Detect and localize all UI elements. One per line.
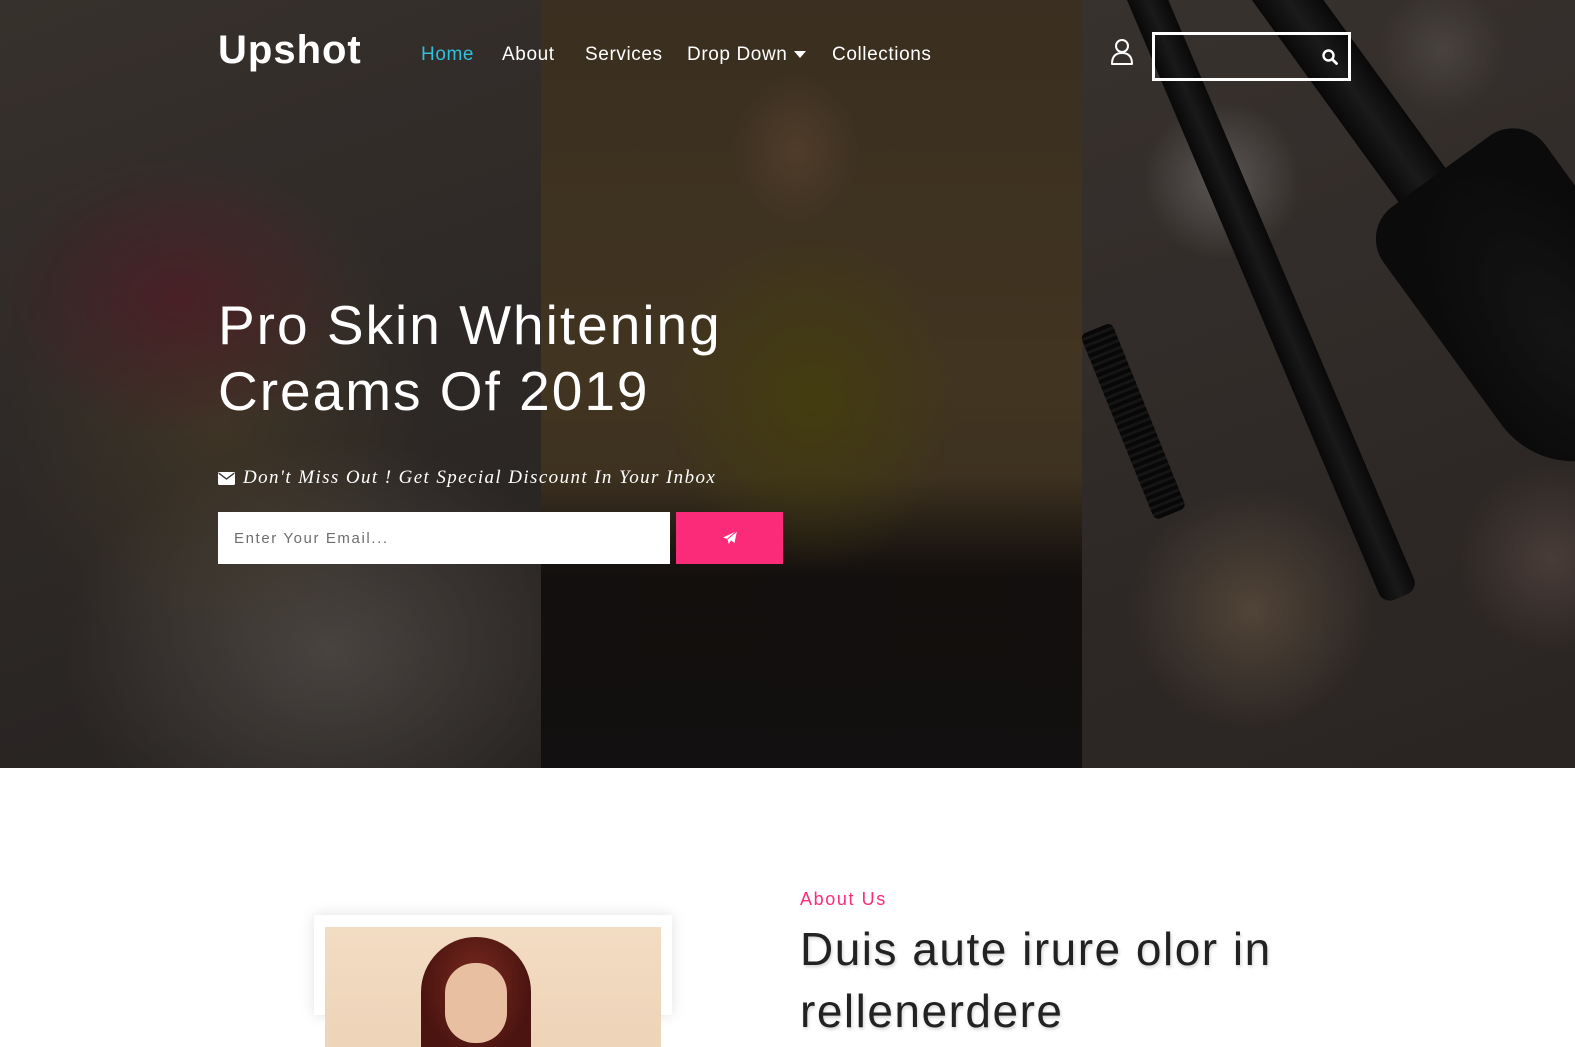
nav-item-about[interactable]: About: [502, 44, 555, 66]
paper-plane-icon: [722, 530, 737, 544]
subscribe-button[interactable]: [676, 512, 783, 564]
nav-item-collections[interactable]: Collections: [832, 44, 932, 66]
hero-title: Pro Skin Whitening Creams Of 2019: [218, 292, 838, 424]
nav-item-home[interactable]: Home: [421, 44, 474, 66]
newsletter-promo: Don't Miss Out ! Get Special Discount In…: [218, 467, 716, 489]
envelope-icon: [218, 472, 235, 485]
hero-section: Upshot Home About Services Drop Down Col…: [0, 0, 1575, 768]
newsletter-promo-text: Don't Miss Out ! Get Special Discount In…: [243, 467, 717, 488]
search-input[interactable]: [1155, 35, 1325, 78]
about-kicker: About Us: [800, 889, 887, 909]
caret-down-icon: [794, 51, 807, 59]
about-photo-face: [445, 963, 507, 1043]
hero-title-line-1: Pro Skin Whitening: [218, 294, 722, 356]
about-photo: [325, 927, 661, 1047]
user-icon[interactable]: [1110, 38, 1134, 66]
nav-item-services[interactable]: Services: [585, 44, 663, 66]
site-logo[interactable]: Upshot: [218, 28, 362, 73]
hero-title-line-2: Creams Of 2019: [218, 360, 650, 422]
search-icon[interactable]: [1320, 47, 1340, 67]
nav-item-drop-down[interactable]: Drop Down: [687, 44, 807, 66]
email-input[interactable]: [218, 512, 670, 564]
search-box: [1152, 32, 1351, 81]
about-image-frame: [314, 915, 672, 1047]
about-heading: Duis aute irure olor in rellenerdere: [800, 923, 1272, 1037]
nav-item-drop-down-label: Drop Down: [687, 44, 788, 65]
